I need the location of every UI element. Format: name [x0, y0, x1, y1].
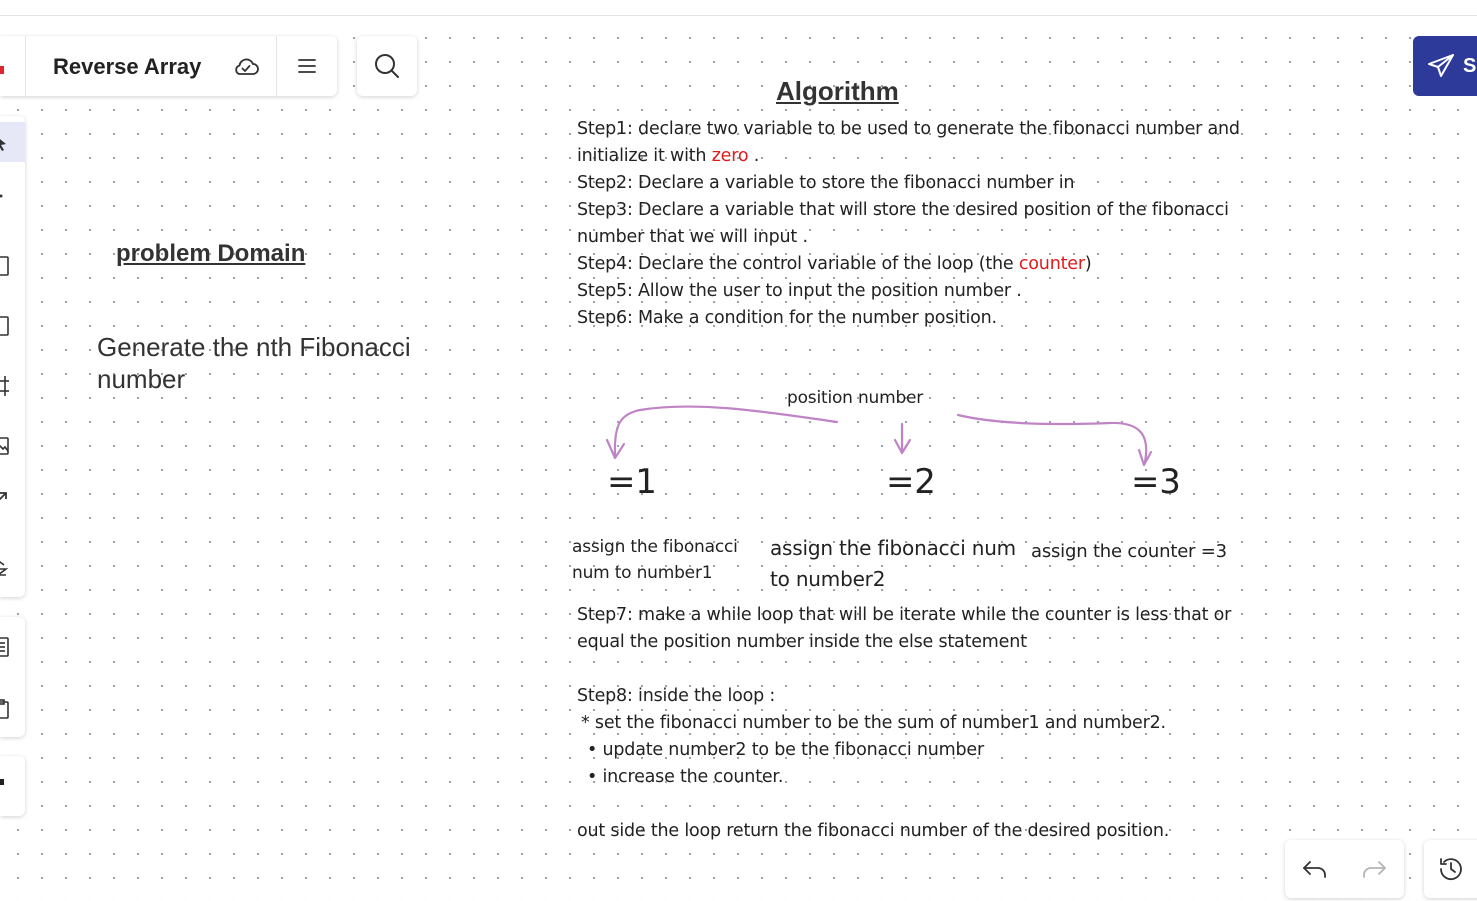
- step-7-line-2: equal the position number inside the els…: [577, 632, 1027, 652]
- branch-value-2[interactable]: =2: [886, 462, 936, 502]
- loop-bullet-1: * set the fibonacci number to be the sum…: [581, 713, 1166, 733]
- history-icon: [1440, 858, 1462, 881]
- note-line: assign the fibonacci num: [770, 536, 1016, 560]
- history-button[interactable]: [1424, 840, 1477, 898]
- step-8: Step8: inside the loop :: [577, 686, 776, 706]
- note-line: assign the fibonacci: [572, 537, 738, 557]
- final-step: out side the loop return the fibonacci n…: [577, 821, 1170, 841]
- branch-note-1[interactable]: assign the fibonacci num to number1: [572, 534, 738, 586]
- branch-note-2[interactable]: assign the fibonacci num to number2: [770, 533, 1016, 595]
- loop-bullet-2: • update number2 to be the fibonacci num…: [587, 740, 984, 760]
- position-number-label[interactable]: position number: [787, 388, 923, 408]
- redo-icon: [1363, 861, 1386, 878]
- undo-button[interactable]: [1300, 854, 1330, 884]
- note-line: assign the counter =3: [1031, 541, 1227, 562]
- branch-value-1[interactable]: =1: [607, 462, 657, 502]
- undo-icon: [1303, 861, 1326, 878]
- arrow-to-3: [956, 413, 1148, 464]
- undo-redo-group: [1285, 840, 1404, 898]
- redo-button[interactable]: [1359, 854, 1389, 884]
- note-line: num to number1: [572, 563, 713, 583]
- algorithm-steps-continued[interactable]: Step7: make a while loop that will be it…: [577, 602, 1277, 845]
- branch-note-3[interactable]: assign the counter =3: [1031, 538, 1227, 565]
- step-7-line-1: Step7: make a while loop that will be it…: [577, 605, 1232, 625]
- branch-value-3[interactable]: =3: [1131, 462, 1181, 502]
- note-line: to number2: [770, 567, 886, 591]
- loop-bullet-3: • increase the counter.: [587, 767, 784, 787]
- arrow-to-1: [613, 405, 839, 457]
